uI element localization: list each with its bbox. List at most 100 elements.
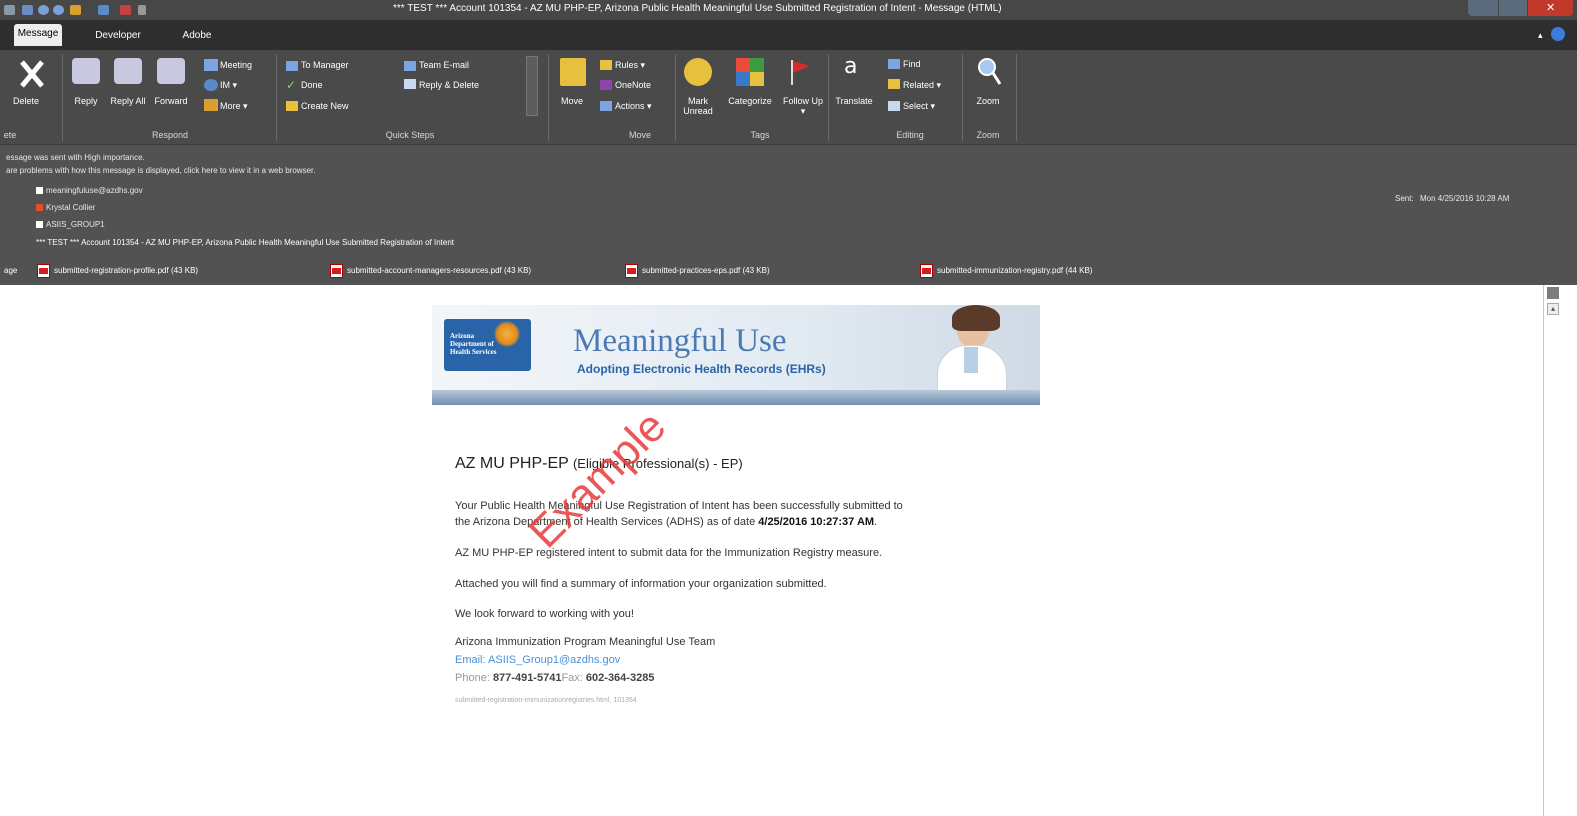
im-button[interactable]: IM ▾ — [220, 80, 237, 91]
rules-button[interactable]: Rules ▾ — [615, 60, 645, 71]
email-link[interactable]: ASIIS_Group1@azdhs.gov — [488, 654, 620, 666]
categorize-icon — [736, 58, 764, 86]
adhs-logo: Arizona Department of Health Services — [444, 319, 531, 371]
cc-recipient[interactable]: ASIIS_GROUP1 — [46, 219, 105, 230]
onenote-button[interactable]: OneNote — [615, 80, 651, 91]
signature-email: Email: ASIIS_Group1@azdhs.gov — [455, 654, 621, 666]
doctor-photo — [902, 305, 1040, 397]
separator — [548, 54, 549, 141]
subject: *** TEST *** Account 101354 - AZ MU PHP-… — [36, 238, 454, 247]
attachment-item[interactable]: submitted-practices-eps.pdf (43 KB) — [642, 264, 770, 278]
reply-all-button[interactable]: Reply All — [110, 96, 146, 106]
to-recipient[interactable]: Krystal Collier — [46, 202, 95, 213]
onenote-icon — [600, 80, 612, 90]
attachment-item[interactable]: submitted-registration-profile.pdf (43 K… — [54, 264, 198, 278]
presence-icon — [36, 221, 43, 228]
team-email-icon — [404, 61, 416, 71]
signature-phone: Phone: 877-491-5741Fax: 602-364-3285 — [455, 672, 655, 684]
presence-icon — [36, 187, 43, 194]
zoom-magnifier-icon — [978, 58, 1002, 85]
categorize-button[interactable]: Categorize — [720, 96, 780, 106]
group-label-tags: Tags — [750, 130, 770, 140]
more-icon — [204, 99, 218, 111]
previous-item-icon[interactable] — [70, 5, 81, 15]
logo-text: Arizona Department of Health Services — [450, 332, 497, 356]
actions-icon — [600, 101, 612, 111]
translate-icon: a — [844, 54, 858, 79]
meeting-button[interactable]: Meeting — [220, 60, 252, 71]
mark-unread-button[interactable]: Mark Unread — [680, 96, 716, 116]
minimize-button[interactable] — [1468, 0, 1498, 16]
scrollbar-top-button[interactable] — [1547, 287, 1559, 299]
pdf-icon — [920, 264, 933, 278]
maximize-button[interactable] — [1499, 0, 1527, 16]
reply-button[interactable]: Reply — [70, 96, 102, 106]
tab-developer[interactable]: Developer — [92, 26, 144, 46]
follow-up-button[interactable]: Follow Up ▾ — [782, 96, 824, 116]
rules-icon — [600, 60, 612, 70]
collapse-ribbon-icon[interactable]: ▴ — [1538, 30, 1543, 41]
example-watermark: Example — [519, 401, 676, 558]
actions-button[interactable]: Actions ▾ — [615, 101, 652, 112]
find-button[interactable]: Find — [903, 59, 921, 70]
more-button[interactable]: More ▾ — [220, 101, 248, 112]
quickstep-team-email[interactable]: Team E-mail — [419, 60, 469, 71]
redo-icon[interactable] — [53, 5, 64, 15]
delete-icon — [20, 60, 44, 88]
forward-icon — [157, 58, 185, 84]
attachment-item[interactable]: submitted-immunization-registry.pdf (44 … — [937, 264, 1092, 278]
group-label-delete: ete — [3, 130, 17, 140]
flag-qat-icon[interactable] — [120, 5, 131, 15]
close-icon: ✕ — [1546, 2, 1556, 14]
tab-message[interactable]: Message — [14, 24, 62, 46]
separator — [62, 54, 63, 141]
separator — [1016, 54, 1017, 141]
sent-label: Sent: — [1395, 194, 1414, 203]
presence-icon — [36, 204, 43, 211]
title-bar: *** TEST *** Account 101354 - AZ MU PHP-… — [0, 0, 1577, 20]
move-button[interactable]: Move — [554, 96, 590, 106]
vertical-scrollbar[interactable]: ▴ — [1543, 285, 1561, 816]
save-icon[interactable] — [22, 5, 33, 15]
quickstep-done[interactable]: Done — [301, 80, 323, 91]
undo-icon[interactable] — [38, 5, 49, 15]
tab-adobe-pdf[interactable]: Adobe PDF — [172, 26, 222, 61]
outlook-app-icon[interactable] — [4, 5, 15, 15]
customize-qat-icon[interactable] — [138, 5, 146, 15]
sent-date: Mon 4/25/2016 10:28 AM — [1420, 194, 1510, 203]
select-icon — [888, 101, 900, 111]
importance-notice: essage was sent with High importance. — [6, 153, 145, 162]
related-icon — [888, 79, 900, 89]
group-label-respond: Respond — [151, 130, 189, 140]
translate-button[interactable]: Translate — [832, 96, 876, 106]
close-button[interactable]: ✕ — [1528, 0, 1573, 16]
pdf-icon — [330, 264, 343, 278]
find-icon — [888, 59, 900, 69]
banner-subtitle: Adopting Electronic Health Records (EHRs… — [577, 362, 826, 376]
help-icon[interactable] — [1551, 27, 1565, 41]
quicksteps-scroll[interactable] — [526, 56, 538, 116]
group-label-move: Move — [628, 130, 651, 140]
from-address[interactable]: meaningfuluse@azdhs.gov — [46, 185, 143, 196]
forward-button[interactable]: Forward — [150, 96, 192, 106]
next-item-icon[interactable] — [98, 5, 109, 15]
scroll-up-arrow-icon[interactable]: ▴ — [1547, 303, 1559, 315]
ribbon: Delete ete Reply Reply All Forward Meeti… — [0, 50, 1577, 145]
separator — [828, 54, 829, 141]
select-button[interactable]: Select ▾ — [903, 101, 935, 112]
paragraph-registered-intent: AZ MU PHP-EP registered intent to submit… — [455, 547, 883, 559]
quickstep-reply-delete[interactable]: Reply & Delete — [419, 80, 479, 91]
delete-button[interactable]: Delete — [6, 96, 46, 106]
group-label-editing: Editing — [896, 130, 924, 140]
related-button[interactable]: Related ▾ — [903, 80, 941, 91]
paragraph-attachment-summary: Attached you will find a summary of info… — [455, 578, 827, 590]
browser-view-notice[interactable]: are problems with how this message is di… — [6, 165, 315, 176]
quickstep-to-manager[interactable]: To Manager — [301, 60, 349, 71]
attachment-item[interactable]: submitted-account-managers-resources.pdf… — [347, 264, 531, 278]
zoom-button[interactable]: Zoom — [970, 96, 1006, 106]
footer-filename: submitted-registration-immunizationregis… — [455, 697, 637, 704]
banner-title: Meaningful Use — [573, 323, 787, 359]
meeting-icon — [204, 59, 218, 71]
mark-unread-icon — [684, 58, 712, 86]
quickstep-create-new[interactable]: Create New — [301, 101, 349, 112]
